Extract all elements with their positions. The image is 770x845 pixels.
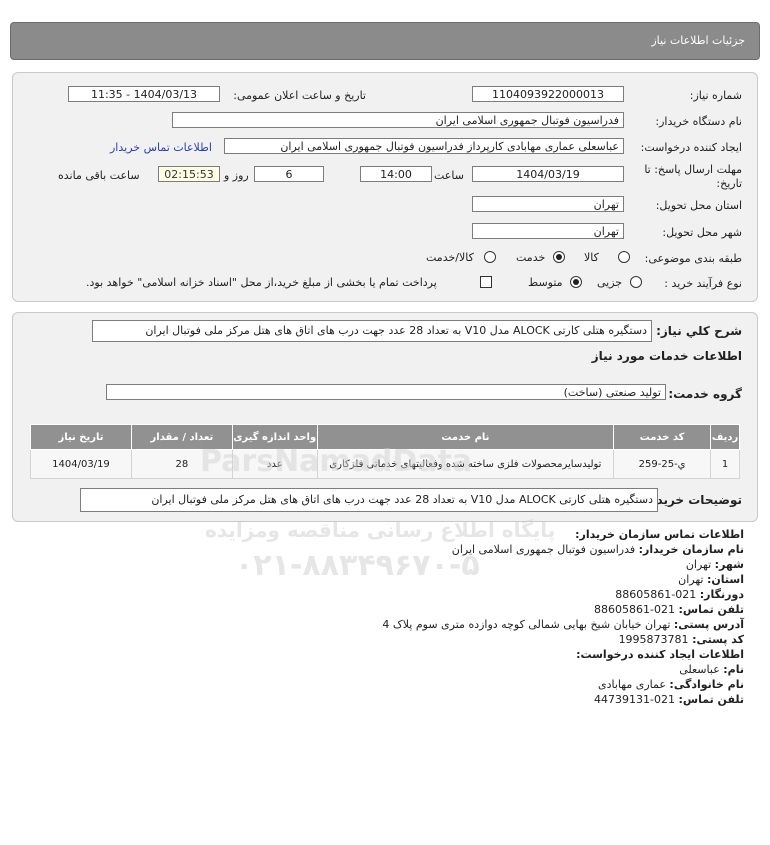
summary-field: دستگیره هتلی کارتی ALOCK مدل V10 به تعدا…: [92, 320, 652, 342]
province-line: استان: تهران: [678, 573, 744, 586]
postal-value: 1995873781: [618, 633, 689, 646]
remaining-time-field: 02:15:53: [158, 166, 220, 182]
treasury-payment-checkbox[interactable]: [480, 276, 492, 288]
need-number-label: شماره نیاز:: [689, 89, 742, 102]
col-code-header: کد خدمت: [613, 424, 712, 450]
fax-value: 021-88605861: [615, 588, 697, 601]
phone-value: 021-88605861: [594, 603, 676, 616]
postal-label: کد پستی:: [692, 633, 744, 646]
row-number-cell: 1: [710, 449, 740, 479]
service-code-cell: ي-25-259: [613, 449, 712, 479]
name-line: نام: عباسعلی: [679, 663, 744, 676]
contact-province-value: تهران: [678, 573, 704, 586]
col-date-header: تاریخ نیاز: [30, 424, 132, 450]
need-date-cell: 1404/03/19: [30, 449, 132, 479]
postal-line: کد پستی: 1995873781: [619, 633, 744, 646]
category-both-radio[interactable]: [484, 251, 496, 263]
category-goods-label: کالا: [584, 251, 599, 264]
name-value: عباسعلی: [679, 663, 720, 676]
service-group-field: تولید صنعتی (ساخت): [106, 384, 666, 400]
announce-field: 1404/03/13 - 11:35: [68, 86, 220, 102]
watermark-phone: ۰۲۱-۸۸۳۴۹۶۷۰-۵: [235, 548, 480, 583]
watermark-tagline: پایگاه اطلاع رسانی مناقصه ومزایده: [205, 518, 556, 542]
org-line: نام سازمان خریدار: فدراسیون فوتبال جمهور…: [452, 543, 744, 556]
city-line: شهر: تهران: [686, 558, 744, 571]
city-field: تهران: [472, 223, 624, 239]
contact-city-label: شهر:: [714, 558, 744, 571]
category-both-label: کالا/خدمت: [426, 251, 474, 264]
phone-label: تلفن تماس:: [678, 603, 744, 616]
announce-label: تاریخ و ساعت اعلان عمومی:: [233, 89, 366, 102]
process-partial-label: جزیی: [597, 276, 623, 289]
creator-phone-value: 021-44739131: [594, 693, 676, 706]
category-service-radio[interactable]: [553, 251, 565, 263]
address-label: آدرس پستی:: [673, 618, 744, 631]
process-label: نوع فرآیند خرید :: [664, 277, 742, 290]
services-heading: اطلاعات خدمات مورد نیاز: [591, 349, 742, 363]
deadline-time-field: 14:00: [360, 166, 432, 182]
address-line: آدرس پستی: تهران خیابان شیخ بهایی شمالی …: [382, 618, 744, 631]
contact-city-value: تهران: [685, 558, 712, 571]
fax-label: دورنگار:: [699, 588, 744, 601]
buyer-contact-link[interactable]: اطلاعات تماس خریدار: [110, 141, 212, 154]
deadline-label-date: تاریخ:: [716, 177, 742, 190]
need-number-field: 1104093922000013: [472, 86, 624, 102]
creator-label: ایجاد کننده درخواست:: [640, 141, 742, 154]
contact-province-label: استان:: [707, 573, 744, 586]
creator-heading: اطلاعات ایجاد کننده درخواست:: [576, 648, 744, 661]
family-line: نام خانوادگی: عماری مهابادی: [598, 678, 744, 691]
payment-note: پرداخت تمام یا بخشی از مبلغ خرید،از محل …: [86, 276, 437, 289]
buyer-org-label: نام دستگاه خریدار:: [655, 115, 742, 128]
category-goods-radio[interactable]: [618, 251, 630, 263]
process-partial-radio[interactable]: [630, 276, 642, 288]
need-details-panel: [12, 72, 758, 302]
deadline-label: مهلت ارسال پاسخ: تا: [644, 163, 742, 176]
summary-label: شرح کلي نياز:: [656, 324, 742, 338]
page-title: جزئیات اطلاعات نیاز: [651, 34, 745, 47]
contact-heading: اطلاعات تماس سازمان خریدار:: [575, 528, 744, 541]
creator-phone-line: تلفن تماس: 021-44739131: [594, 693, 744, 706]
days-field: 6: [254, 166, 324, 182]
address-value: تهران خیابان شیخ بهایی شمالی کوچه دوازده…: [382, 618, 671, 631]
process-medium-radio[interactable]: [570, 276, 582, 288]
deadline-time-label: ساعت: [434, 169, 464, 182]
org-label: نام سازمان خریدار:: [638, 543, 744, 556]
watermark-brand: ParsNamadData: [200, 444, 473, 479]
deadline-date-field: 1404/03/19: [472, 166, 624, 182]
family-label: نام خانوادگی:: [669, 678, 744, 691]
province-field: تهران: [472, 196, 624, 212]
phone-line: تلفن تماس: 021-88605861: [594, 603, 744, 616]
family-value: عماری مهابادی: [597, 678, 666, 691]
buyer-notes-field: دستگیره هتلی کارتی ALOCK مدل V10 به تعدا…: [80, 488, 658, 512]
city-label: شهر محل تحویل:: [662, 226, 742, 239]
province-label: استان محل تحویل:: [655, 199, 742, 212]
category-label: طبقه بندی موضوعی:: [644, 252, 742, 265]
remaining-label: ساعت باقی مانده: [58, 169, 140, 182]
col-row-header: ردیف: [710, 424, 740, 450]
process-medium-label: متوسط: [528, 276, 563, 289]
days-label: روز و: [224, 169, 249, 182]
fax-line: دورنگار: 021-88605861: [615, 588, 744, 601]
creator-phone-label: تلفن تماس:: [678, 693, 744, 706]
creator-field: عباسعلی عماری مهابادی کارپرداز فدراسیون …: [224, 138, 624, 154]
buyer-org-field: فدراسیون فوتبال جمهوری اسلامی ایران: [172, 112, 624, 128]
service-group-label: گروه خدمت:: [668, 387, 742, 401]
page-header: جزئیات اطلاعات نیاز: [10, 22, 760, 60]
name-label: نام:: [723, 663, 744, 676]
category-service-label: خدمت: [516, 251, 546, 264]
